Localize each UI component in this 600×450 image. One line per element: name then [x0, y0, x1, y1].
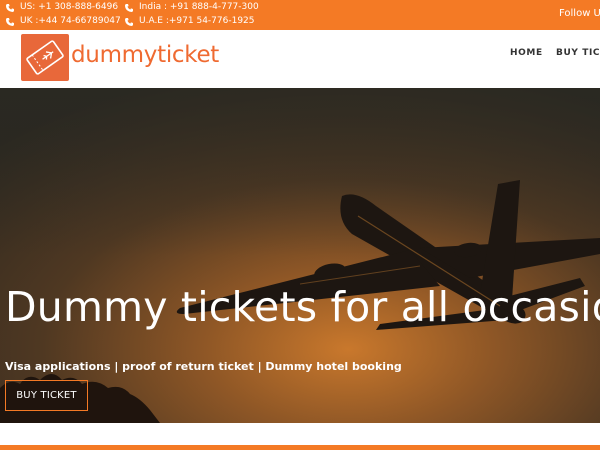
follow-us-label: Follow Us:: [559, 8, 600, 19]
contact-uk-text: UK :+44 74-66789047: [20, 16, 121, 26]
phone-icon: [124, 17, 134, 27]
buy-ticket-button[interactable]: BUY TICKET: [5, 380, 88, 411]
nav-buy-ticket[interactable]: BUY TICKET: [556, 48, 600, 58]
contact-uae[interactable]: U.A.E :+971 54-776-1925: [124, 16, 255, 27]
nav-home[interactable]: HOME: [510, 48, 543, 58]
phone-icon: [5, 3, 15, 13]
logo-wordmark[interactable]: dummyticket: [71, 42, 219, 68]
contact-uae-text: U.A.E :+971 54-776-1925: [139, 16, 255, 26]
contact-us-text: US: +1 308-888-6496: [20, 2, 119, 12]
contact-uk[interactable]: UK :+44 74-66789047: [5, 16, 121, 27]
ticket-logo-icon[interactable]: [21, 34, 69, 81]
content-strip: [0, 423, 600, 445]
phone-icon: [5, 17, 15, 27]
contact-india-text: India : +91 888-4-777-300: [139, 2, 259, 12]
phone-icon: [124, 3, 134, 13]
contact-us[interactable]: US: +1 308-888-6496: [5, 2, 118, 13]
contact-india[interactable]: India : +91 888-4-777-300: [124, 2, 259, 13]
accent-divider: [0, 445, 600, 450]
hero-title: Dummy tickets for all occasions: [5, 283, 600, 331]
top-contact-bar: US: +1 308-888-6496 UK :+44 74-66789047 …: [0, 0, 600, 30]
hero-subtitle: Visa applications | proof of return tick…: [5, 360, 402, 373]
hero-banner: Dummy tickets for all occasions Visa app…: [0, 88, 600, 423]
